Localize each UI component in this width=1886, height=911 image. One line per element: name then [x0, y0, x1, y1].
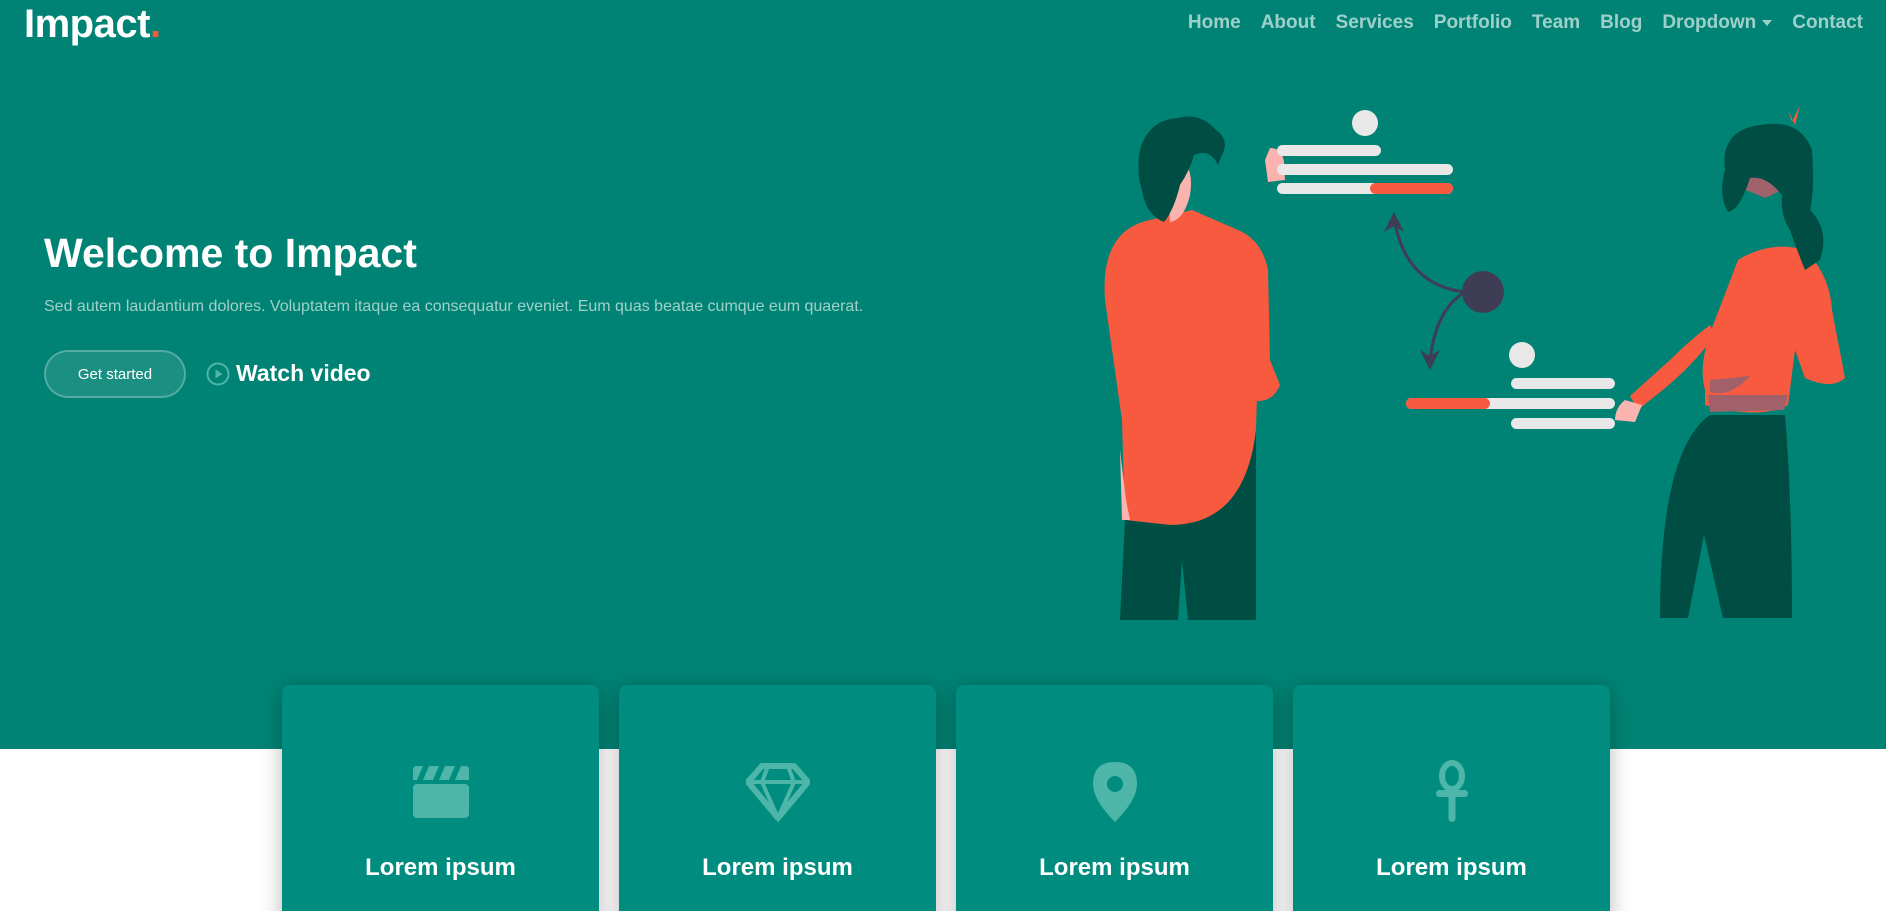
swap-arrows — [1392, 217, 1466, 363]
nav-portfolio[interactable]: Portfolio — [1424, 10, 1522, 36]
nav-dropdown[interactable]: Dropdown — [1652, 10, 1782, 36]
chevron-down-icon — [1762, 20, 1773, 26]
card-clapperboard[interactable]: Lorem ipsum — [282, 685, 599, 911]
hero-section: Impact. Home About Services Portfolio Te… — [0, 0, 1886, 749]
card-title: Lorem ipsum — [1376, 854, 1527, 881]
logo-dot: . — [149, 2, 161, 46]
nav-about[interactable]: About — [1251, 10, 1326, 36]
site-header: Impact. Home About Services Portfolio Te… — [0, 0, 1886, 54]
card-title: Lorem ipsum — [365, 854, 516, 881]
card-map-pin[interactable]: Lorem ipsum — [956, 685, 1273, 911]
get-started-button[interactable]: Get started — [44, 350, 186, 398]
featured-cards: Lorem ipsum Lorem ipsum Lorem ipsum Lore… — [282, 685, 1610, 911]
nav-about-label: About — [1260, 12, 1316, 33]
card-ankh[interactable]: Lorem ipsum — [1293, 685, 1610, 911]
watch-video-button[interactable]: Watch video — [206, 360, 371, 387]
nav-blog[interactable]: Blog — [1590, 10, 1652, 36]
watch-video-label: Watch video — [236, 360, 371, 386]
nav-home[interactable]: Home — [1178, 10, 1251, 36]
logo[interactable]: Impact. — [24, 2, 161, 47]
main-nav: Home About Services Portfolio Team Blog … — [1178, 10, 1873, 36]
play-circle-icon — [206, 362, 230, 385]
clapperboard-icon — [412, 766, 469, 818]
hero-subtitle: Sed autem laudantium dolores. Voluptatem… — [44, 298, 864, 315]
ankh-icon — [1435, 760, 1468, 822]
nav-team[interactable]: Team — [1522, 10, 1590, 36]
nav-portfolio-label: Portfolio — [1433, 12, 1512, 33]
nav-services[interactable]: Services — [1326, 10, 1424, 36]
man-figure — [1104, 116, 1285, 620]
card-title: Lorem ipsum — [1039, 854, 1190, 881]
woman-figure — [1615, 105, 1845, 618]
logo-text: Impact — [24, 2, 150, 46]
nav-home-label: Home — [1187, 12, 1241, 33]
nav-services-label: Services — [1335, 12, 1414, 33]
gem-icon — [745, 763, 810, 823]
hero-illustration — [1104, 105, 1845, 620]
nav-dropdown-label: Dropdown — [1662, 12, 1757, 33]
card-title: Lorem ipsum — [702, 854, 853, 881]
hero-title: Welcome to Impact — [44, 230, 417, 276]
nav-contact[interactable]: Contact — [1782, 10, 1873, 36]
nav-blog-label: Blog — [1600, 12, 1643, 33]
nav-team-label: Team — [1531, 12, 1581, 33]
top-card — [1277, 110, 1453, 194]
map-pin-icon — [1092, 762, 1137, 822]
nav-contact-label: Contact — [1792, 12, 1863, 33]
card-gem[interactable]: Lorem ipsum — [619, 685, 936, 911]
